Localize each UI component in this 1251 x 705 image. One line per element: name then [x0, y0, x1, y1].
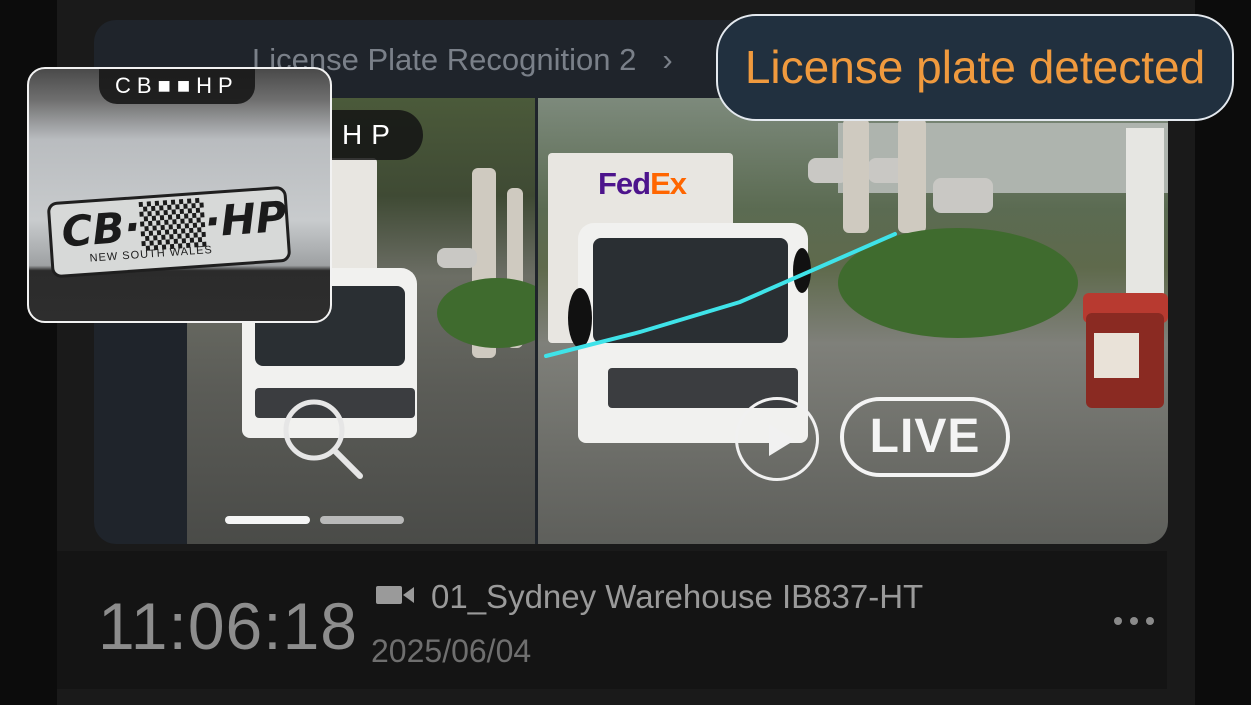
side-mirror	[568, 288, 592, 348]
live-badge[interactable]: LIVE	[840, 397, 1010, 477]
event-date: 2025/06/04	[371, 633, 532, 669]
plate-magnifier: CB■■HP CB·▒▒·HP NEW SOUTH WALES	[27, 67, 332, 323]
zoom-icon[interactable]	[280, 396, 370, 486]
play-icon[interactable]	[735, 397, 819, 481]
parked-car	[437, 248, 477, 268]
side-mirror	[793, 248, 811, 293]
detection-toast: License plate detected	[716, 14, 1234, 121]
tree-trunk	[843, 118, 869, 233]
pole	[1126, 128, 1164, 308]
fedex-logo: FedEx	[598, 166, 687, 202]
bin-label	[1094, 333, 1139, 378]
breadcrumb-chevron-icon: ›	[662, 42, 673, 77]
shrub	[838, 228, 1078, 338]
tree-trunk	[898, 118, 926, 233]
license-plate: CB·▒▒·HP NEW SOUTH WALES	[46, 185, 292, 279]
camera-name[interactable]: 01_Sydney Warehouse IB837-HT	[431, 578, 923, 616]
logo-fed: Fed	[598, 166, 651, 201]
camera-icon	[376, 586, 414, 604]
event-time: 11:06:18	[98, 589, 359, 663]
shrub	[437, 278, 535, 348]
truck-windshield	[593, 238, 788, 343]
parked-car	[808, 158, 848, 183]
more-icon[interactable]	[1112, 610, 1156, 632]
pager-indicator[interactable]	[320, 516, 404, 524]
pager-indicator-active[interactable]	[225, 516, 310, 524]
thumbnail-plate-tag: HP	[328, 110, 423, 160]
live-view[interactable]: FedEx	[538, 98, 1168, 544]
logo-ex: Ex	[650, 166, 687, 201]
parked-car	[933, 178, 993, 213]
magnifier-plate-tag: CB■■HP	[99, 69, 255, 104]
